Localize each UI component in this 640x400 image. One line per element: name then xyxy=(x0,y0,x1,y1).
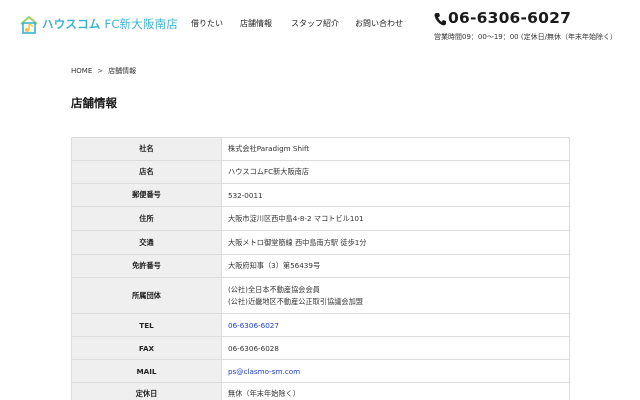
store-info-table: 社名 株式会社Paradigm Shift 店名 ハウスコムFC新大阪南店 郵便… xyxy=(71,137,570,400)
row-value: ps@clasmo-sm.com xyxy=(221,359,570,383)
header-contact: 06-6306-6027 営業時間09：00〜19：00 (定休日/無休（年末年… xyxy=(434,8,617,42)
site-header: ハウスコム FC新大阪南店 借りたい 店舗情報 スタッフ紹介 お問い合わせ 06-… xyxy=(0,0,640,50)
association-line: (公社)近畿地区不動産公正取引協議会加盟 xyxy=(228,296,363,306)
table-row: 定休日 無休（年末年始除く） xyxy=(71,382,570,400)
row-label: 免許番号 xyxy=(71,254,222,278)
row-label: MAIL xyxy=(71,359,222,383)
row-value: 大阪府知事（3）第56439号 xyxy=(221,254,570,278)
row-value: ハウスコムFC新大阪南店 xyxy=(221,160,570,184)
row-value: 06-6306-6027 xyxy=(221,313,570,337)
row-value: 大阪メトロ御堂筋線 西中島南方駅 徒歩1分 xyxy=(221,230,570,255)
site-logo[interactable]: ハウスコム FC新大阪南店 xyxy=(18,13,178,35)
mail-link[interactable]: ps@clasmo-sm.com xyxy=(228,367,300,376)
nav-item-store-info[interactable]: 店舗情報 xyxy=(240,18,272,29)
row-value: 532-0011 xyxy=(221,183,570,207)
table-row: 所属団体 (公社)全日本不動産協会会員 (公社)近畿地区不動産公正取引協議会加盟 xyxy=(71,277,570,314)
nav-item-contact[interactable]: お問い合わせ xyxy=(355,18,403,29)
row-label: 社名 xyxy=(71,137,222,161)
table-row: 社名 株式会社Paradigm Shift xyxy=(71,137,570,161)
business-hours: 営業時間09：00〜19：00 (定休日/無休（年末年始除く） xyxy=(434,33,617,41)
phone-icon xyxy=(434,11,446,26)
row-label: FAX xyxy=(71,336,222,360)
table-row: TEL 06-6306-6027 xyxy=(71,313,570,337)
page-title: 店舗情報 xyxy=(71,96,117,110)
row-label: 住所 xyxy=(71,206,222,231)
header-tel-number: 06-6306-6027 xyxy=(448,9,572,27)
logo-store-name: FC新大阪南店 xyxy=(104,17,179,31)
table-row: FAX 06-6306-6028 xyxy=(71,336,570,360)
header-tel[interactable]: 06-6306-6027 xyxy=(434,8,617,28)
nav-item-rent[interactable]: 借りたい xyxy=(191,18,223,29)
table-row: 免許番号 大阪府知事（3）第56439号 xyxy=(71,254,570,278)
breadcrumb-current: 店舗情報 xyxy=(108,67,137,75)
house-music-note-logo-icon xyxy=(18,13,40,35)
table-row: 住所 大阪市淀川区西中島4-8-2 マコトビル101 xyxy=(71,206,570,231)
logo-text: ハウスコム FC新大阪南店 xyxy=(42,16,178,32)
row-value: 大阪市淀川区西中島4-8-2 マコトビル101 xyxy=(221,206,570,231)
row-value: 株式会社Paradigm Shift xyxy=(221,137,570,161)
table-row: MAIL ps@clasmo-sm.com xyxy=(71,359,570,383)
row-value: 無休（年末年始除く） xyxy=(221,382,570,400)
row-label: 定休日 xyxy=(71,382,222,400)
breadcrumb-home[interactable]: HOME xyxy=(71,67,92,75)
tel-link[interactable]: 06-6306-6027 xyxy=(228,321,279,330)
row-value: 06-6306-6028 xyxy=(221,336,570,360)
table-row: 店名 ハウスコムFC新大阪南店 xyxy=(71,160,570,184)
logo-brand: ハウスコム xyxy=(42,17,101,31)
association-line: (公社)全日本不動産協会会員 xyxy=(228,284,320,294)
table-row: 郵便番号 532-0011 xyxy=(71,183,570,207)
row-label: 交通 xyxy=(71,230,222,255)
row-label: 所属団体 xyxy=(71,277,222,314)
chevron-right-icon: > xyxy=(97,67,104,75)
row-label: 店名 xyxy=(71,160,222,184)
breadcrumb: HOME > 店舗情報 xyxy=(71,66,136,76)
nav-item-staff[interactable]: スタッフ紹介 xyxy=(291,18,339,29)
row-value: (公社)全日本不動産協会会員 (公社)近畿地区不動産公正取引協議会加盟 xyxy=(221,277,570,314)
row-label: 郵便番号 xyxy=(71,183,222,207)
row-label: TEL xyxy=(71,313,222,337)
table-row: 交通 大阪メトロ御堂筋線 西中島南方駅 徒歩1分 xyxy=(71,230,570,255)
